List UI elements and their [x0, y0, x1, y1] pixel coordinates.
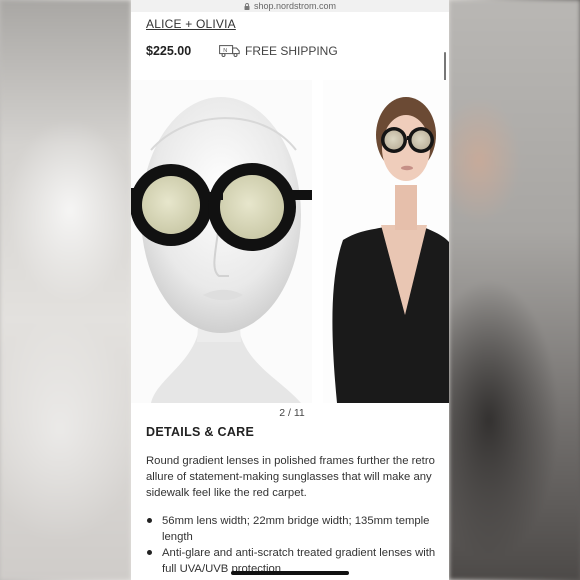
home-indicator[interactable]: [231, 571, 349, 575]
list-item: 56mm lens width; 22mm bridge width; 135m…: [146, 513, 436, 545]
image-pager: 2 / 11: [279, 407, 305, 419]
product-image-model[interactable]: [323, 80, 449, 403]
shipping-info: N FREE SHIPPING: [219, 44, 338, 58]
url-text: shop.nordstrom.com: [253, 1, 337, 11]
blurred-background-right: [449, 0, 580, 580]
brand-link[interactable]: ALICE + OLIVIA: [146, 17, 236, 31]
url-bar[interactable]: shop.nordstrom.com: [131, 0, 449, 12]
shipping-label: FREE SHIPPING: [245, 44, 338, 58]
bullet-icon: [147, 518, 152, 523]
truck-icon: N: [219, 45, 240, 57]
product-description: Round gradient lenses in polished frames…: [146, 455, 435, 499]
blurred-background-left: [0, 0, 131, 580]
product-price: $225.00: [146, 44, 192, 58]
mobile-screen: shop.nordstrom.com ALICE + OLIVIA $225.0…: [131, 0, 449, 580]
product-image-gallery[interactable]: [131, 80, 449, 403]
lock-icon: [244, 2, 250, 10]
details-bullet-list: 56mm lens width; 22mm bridge width; 135m…: [146, 513, 436, 577]
photo-frame: shop.nordstrom.com ALICE + OLIVIA $225.0…: [0, 0, 580, 580]
details-care-heading[interactable]: DETAILS & CARE: [146, 425, 254, 439]
product-image-mannequin[interactable]: [131, 80, 312, 403]
bullet-text: 56mm lens width; 22mm bridge width; 135m…: [162, 515, 430, 543]
bullet-icon: [147, 550, 152, 555]
svg-text:N: N: [223, 48, 227, 54]
